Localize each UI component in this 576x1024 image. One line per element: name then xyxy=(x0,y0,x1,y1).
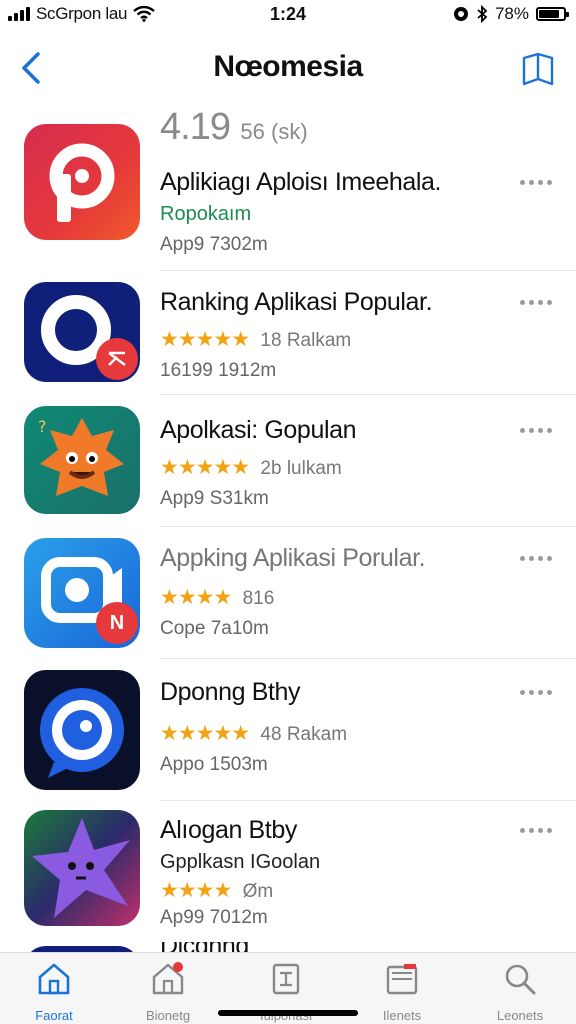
chat-bubble-icon xyxy=(40,688,124,778)
search-icon xyxy=(505,964,536,995)
app-rating: ★★★★ Øm xyxy=(160,878,506,903)
star-rating: ★★★★★ xyxy=(160,456,250,479)
app-info: Dponng Bthy ★★★★★ 48 Rakam Appo 1503m xyxy=(160,678,506,776)
app-name: Apolkasi: Gopulan xyxy=(160,416,357,444)
divider xyxy=(160,526,576,527)
app-meta: Cope 7a10m xyxy=(160,618,269,639)
bluetooth-icon xyxy=(477,5,488,23)
app-name: Appking Aplikasi Porular. xyxy=(160,544,426,572)
status-bar: ScGrpon lau 1:24 78% xyxy=(0,0,576,30)
star-creature-icon xyxy=(32,818,130,918)
list-item[interactable]: Ranking Aplikasi Popular. ★★★★★ 18 Ralka… xyxy=(0,282,576,412)
list-item[interactable]: Aplikiagı Aploisı Imeehala. Ropokaım App… xyxy=(0,124,576,256)
app-icon-monster[interactable]: ? xyxy=(24,406,140,514)
tab-browse[interactable]: Bionetg xyxy=(118,959,218,1023)
app-meta: 16199 1912m xyxy=(160,360,277,381)
app-rating: ★★★★★ 2b lulkam xyxy=(160,455,506,480)
p-logo-icon xyxy=(49,143,115,222)
monster-icon: ? xyxy=(38,417,124,496)
book-icon[interactable] xyxy=(518,50,558,90)
app-icon-circle[interactable] xyxy=(24,282,140,382)
app-info: Aplikiagı Aploisı Imeehala. Ropokaım App… xyxy=(160,168,506,256)
more-options-icon[interactable] xyxy=(518,420,554,440)
divider xyxy=(160,800,576,801)
divider xyxy=(160,270,576,271)
status-right: 78% xyxy=(453,4,569,24)
app-info: Appking Aplikasi Porular. ★★★★ 816 Cope … xyxy=(160,544,506,640)
tab-home[interactable]: Faorat xyxy=(4,959,104,1023)
tab-label: Bionetg xyxy=(145,1008,191,1023)
app-icon-star-creature[interactable] xyxy=(24,810,140,926)
app-rating: ★★★★ 816 xyxy=(160,585,506,610)
app-info: Apolkasi: Gopulan ★★★★★ 2b lulkam App9 S… xyxy=(160,416,506,510)
star-rating: ★★★★★ xyxy=(160,722,250,745)
star-rating: ★★★★ xyxy=(160,879,232,902)
rating-count: 2b lulkam xyxy=(260,458,342,479)
battery-icon xyxy=(536,7,569,21)
document-icon xyxy=(272,963,300,995)
tab-label: Ilenets xyxy=(382,1008,422,1023)
rating-count: 18 Ralkam xyxy=(260,330,352,351)
battery-percent: 78% xyxy=(494,4,529,23)
badge-letter: N xyxy=(109,611,125,634)
app-name: Aplikiagı Aploisı Imeehala. xyxy=(160,168,442,196)
app-subtitle: Ropokaım xyxy=(160,203,252,225)
more-options-icon[interactable] xyxy=(518,682,554,702)
list-item[interactable]: ? Apolkasi: Gopulan ★★★★★ 2b lulkam App9… xyxy=(0,406,576,536)
tab-search[interactable]: Leonets xyxy=(470,959,570,1023)
home-icon xyxy=(38,963,70,995)
list-item[interactable]: Dponng Bthy ★★★★★ 48 Rakam Appo 1503m xyxy=(0,670,576,800)
app-rating: ★★★★★ 18 Ralkam xyxy=(160,327,506,352)
rating-count: 816 xyxy=(242,588,275,609)
app-meta: Appo 1503m xyxy=(160,754,268,775)
star-rating: ★★★★ xyxy=(160,586,232,609)
home-badge-icon xyxy=(152,962,184,995)
list-item[interactable]: Alıogan Btby Gpplkasn IGoolan ★★★★ Øm Ap… xyxy=(0,810,576,940)
app-name: Alıogan Btby xyxy=(160,816,297,844)
list-item[interactable]: N Appking Aplikasi Porular. ★★★★ 816 Cop… xyxy=(0,538,576,668)
more-options-icon[interactable] xyxy=(518,172,554,192)
inbox-icon xyxy=(386,964,418,995)
app-info: Alıogan Btby Gpplkasn IGoolan ★★★★ Øm Ap… xyxy=(160,816,506,929)
app-badge-icon: N xyxy=(96,602,138,644)
app-icon-picsart[interactable] xyxy=(24,124,140,240)
app-name: Dponng Bthy xyxy=(160,678,301,706)
app-icon-chat[interactable] xyxy=(24,670,140,790)
rating-count: 48 Rakam xyxy=(260,724,348,745)
app-info: Ranking Aplikasi Popular. ★★★★★ 18 Ralka… xyxy=(160,288,506,382)
divider xyxy=(160,394,576,395)
app-meta: App9 S31km xyxy=(160,488,269,509)
more-options-icon[interactable] xyxy=(518,292,554,312)
page-title: Nœomesia xyxy=(213,50,363,83)
app-subtitle: Gpplkasn IGoolan xyxy=(160,851,321,873)
tab-inbox[interactable]: Ilenets xyxy=(352,959,452,1023)
app-badge-icon xyxy=(96,338,138,380)
app-meta: Ap99 7012m xyxy=(160,907,268,928)
app-rating: ★★★★★ 48 Rakam xyxy=(160,721,506,746)
divider xyxy=(160,658,576,659)
tab-label: Leonets xyxy=(496,1008,544,1023)
app-icon-camera[interactable]: N xyxy=(24,538,140,648)
navigation-bar: Nœomesia xyxy=(0,40,576,96)
more-options-icon[interactable] xyxy=(518,820,554,840)
rating-count: Øm xyxy=(242,881,274,902)
tab-label: Faorat xyxy=(35,1008,73,1023)
star-rating: ★★★★★ xyxy=(160,328,250,351)
app-name: Ranking Aplikasi Popular. xyxy=(160,288,433,316)
lock-rotation-icon xyxy=(453,7,468,21)
more-options-icon[interactable] xyxy=(518,548,554,568)
svg-text:?: ? xyxy=(38,417,47,436)
home-indicator xyxy=(218,1010,358,1016)
app-meta: App9 7302m xyxy=(160,234,268,255)
